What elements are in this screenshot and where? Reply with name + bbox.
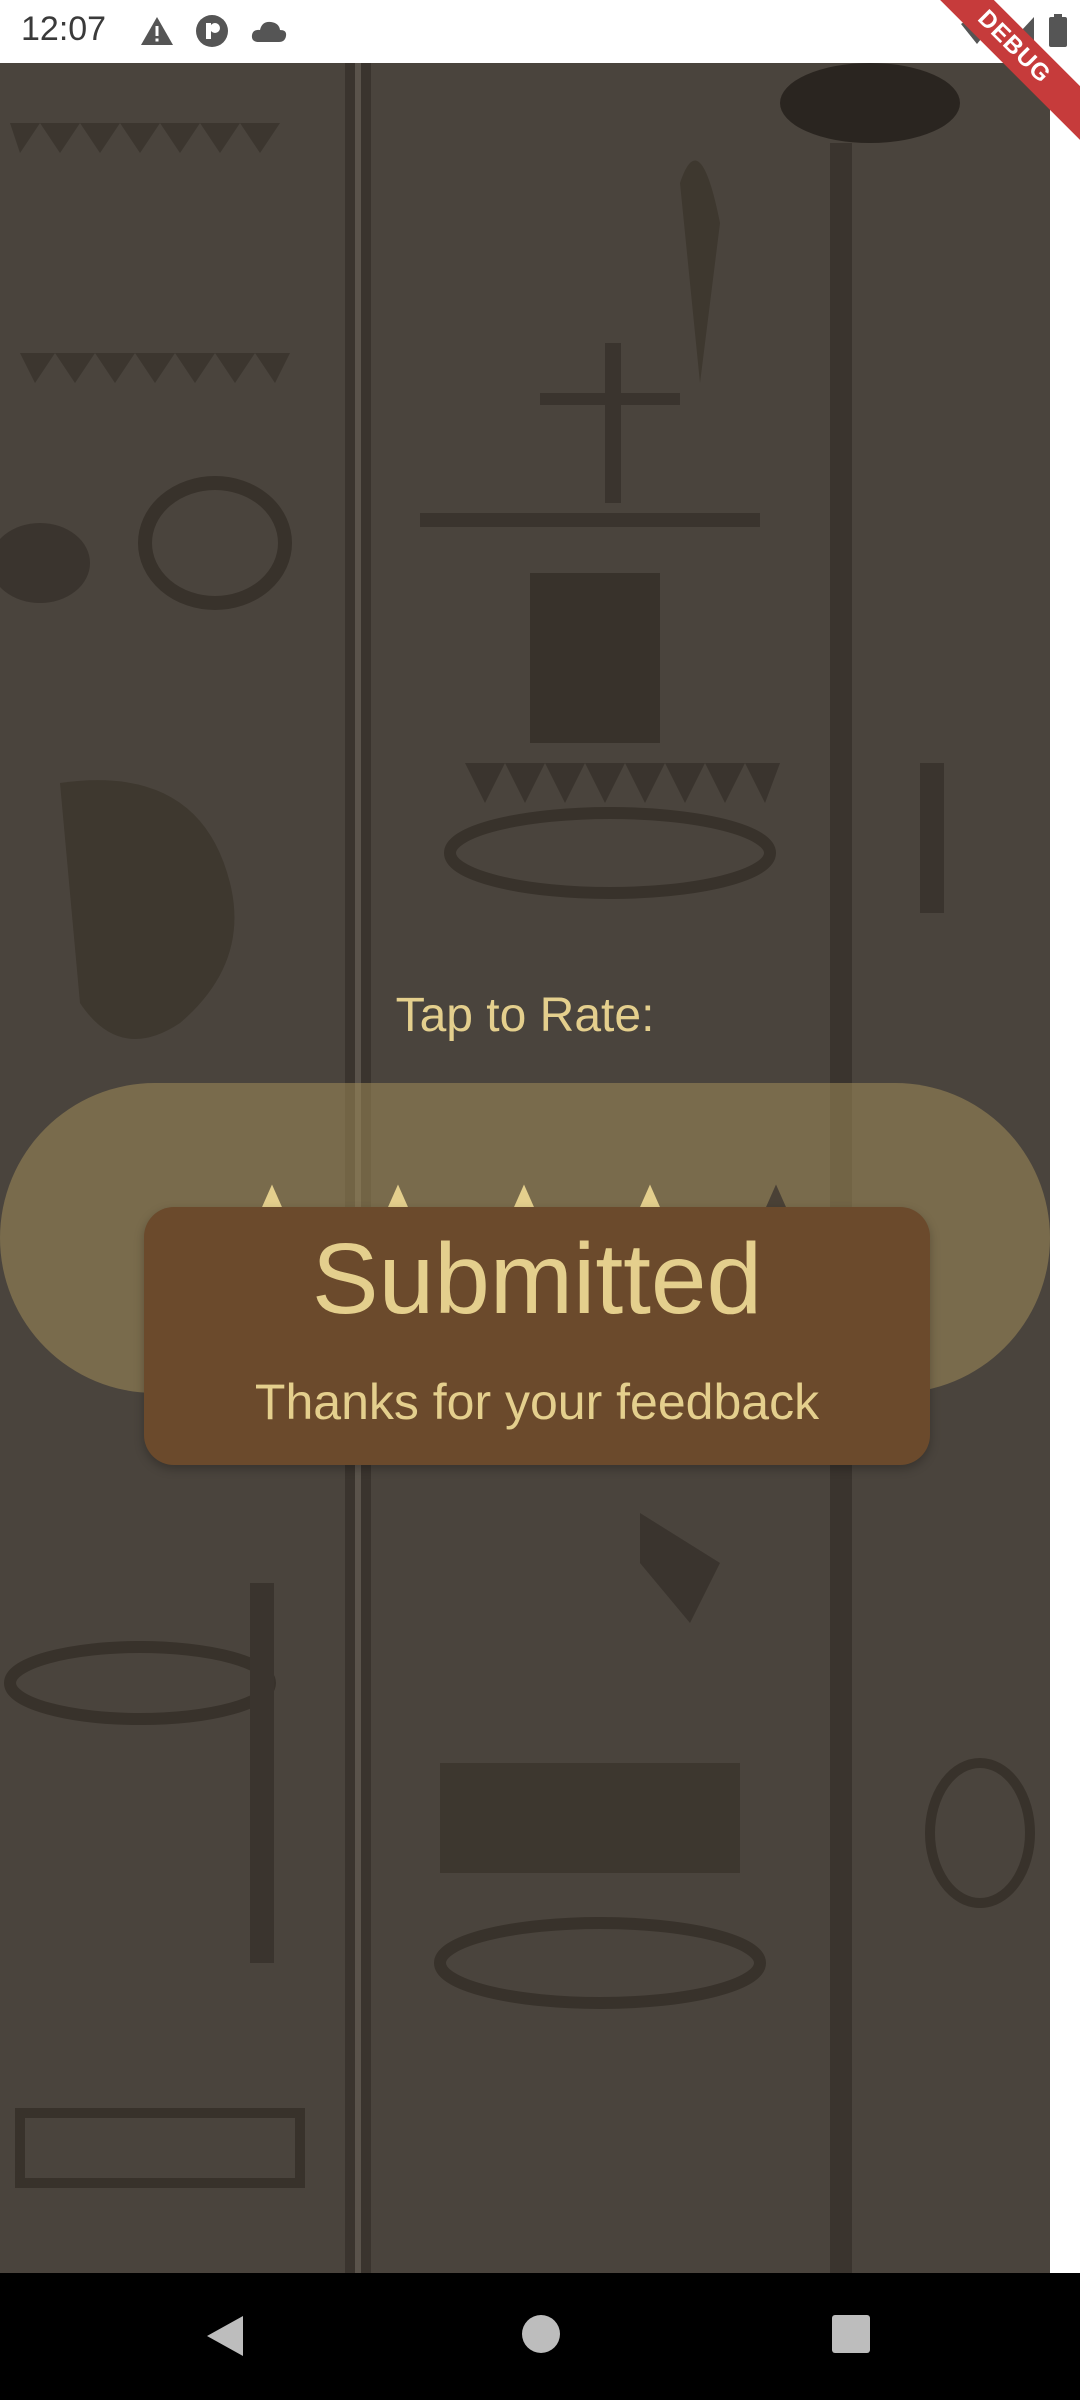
cloud-icon (252, 21, 287, 42)
back-icon[interactable] (203, 2313, 247, 2359)
battery-icon (1049, 14, 1067, 47)
toast-title: Submitted (311, 1223, 763, 1335)
tap-to-rate-label: Tap to Rate: (395, 989, 655, 1042)
right-edge-gap (1050, 63, 1080, 2273)
status-bar: 12:07 (0, 0, 1080, 63)
home-icon[interactable] (520, 2313, 562, 2355)
app-notification-icon (196, 15, 229, 47)
recents-icon[interactable] (830, 2313, 872, 2355)
toast-message: Thanks for your feedback (254, 1374, 820, 1430)
warning-icon (141, 17, 173, 45)
rating-screen: Tap to Rate: Submitted Thanks for your f… (0, 63, 1050, 2273)
status-icons-left (140, 14, 304, 48)
submitted-toast: Submitted Thanks for your feedback (144, 1207, 930, 1465)
navigation-bar (0, 2273, 1080, 2400)
status-time: 12:07 (21, 10, 107, 48)
